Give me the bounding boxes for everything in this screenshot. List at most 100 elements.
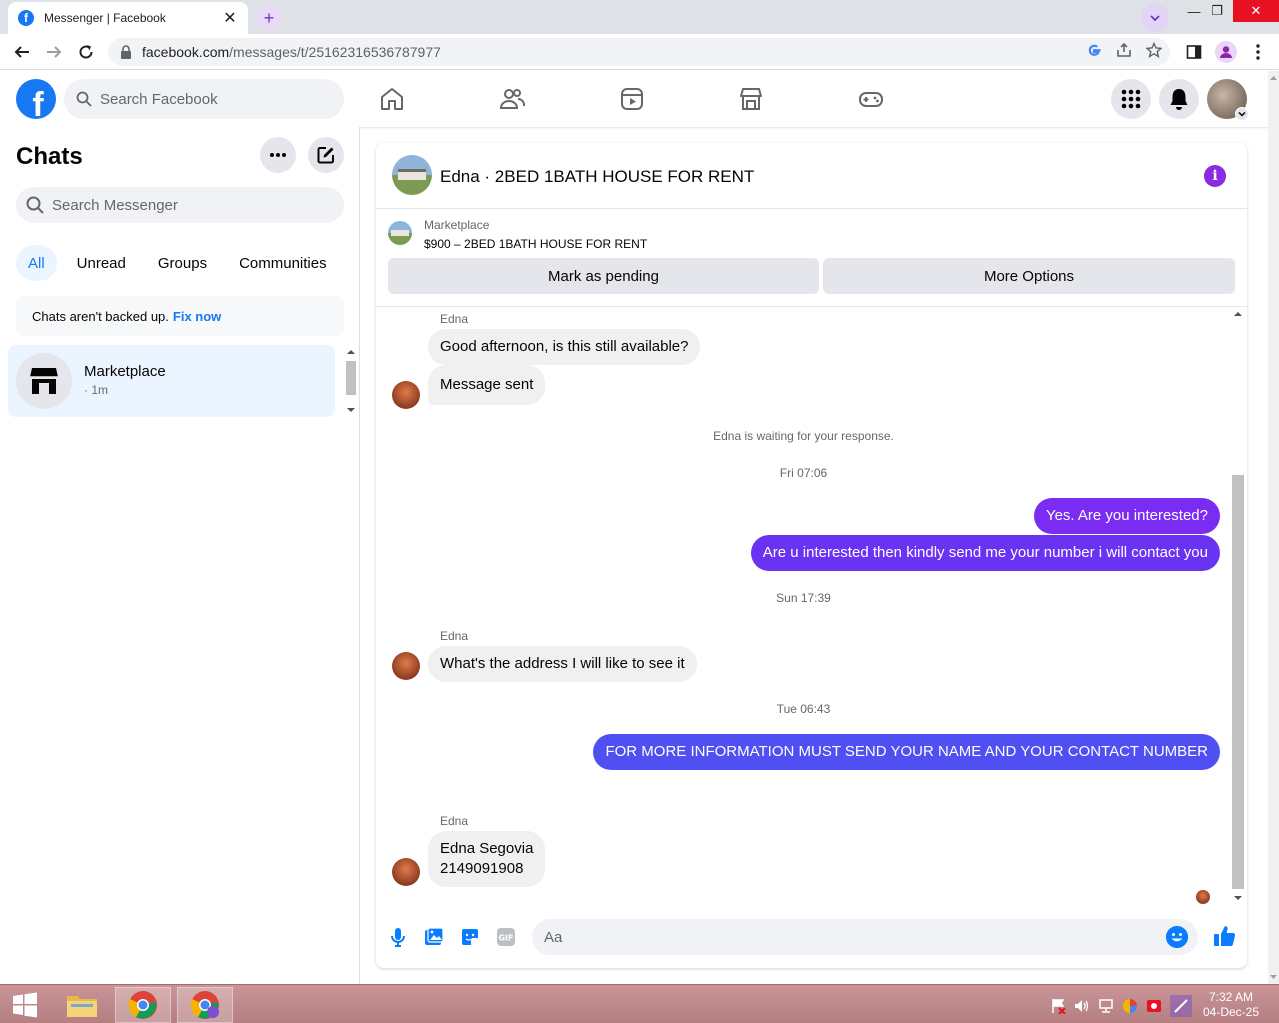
- menu-grid-button[interactable]: [1111, 79, 1151, 119]
- grid-menu-icon: [1121, 89, 1141, 109]
- profile-button[interactable]: [1214, 40, 1238, 64]
- message-input[interactable]: Aa: [532, 919, 1198, 955]
- sender-avatar[interactable]: [392, 381, 420, 409]
- new-message-button[interactable]: [308, 137, 344, 173]
- bookmark-star-icon[interactable]: [1146, 42, 1162, 58]
- google-icon[interactable]: [1086, 42, 1102, 58]
- share-icon[interactable]: [1116, 42, 1132, 58]
- new-tab-button[interactable]: +: [256, 5, 282, 31]
- scrollbar-thumb[interactable]: [1232, 475, 1244, 889]
- nav-marketplace[interactable]: [737, 85, 765, 113]
- conversation-info-icon[interactable]: i: [1204, 165, 1226, 187]
- nav-gaming[interactable]: [857, 85, 885, 113]
- filter-unread[interactable]: Unread: [65, 245, 138, 281]
- attach-photo-button[interactable]: [423, 926, 445, 948]
- scroll-up-arrow-icon: [1234, 312, 1242, 316]
- close-window-button[interactable]: ✕: [1233, 0, 1279, 22]
- nav-watch[interactable]: [618, 85, 646, 113]
- page-scrollbar[interactable]: [1268, 71, 1279, 984]
- browser-toolbar: facebook.com/messages/t/2516231653678797…: [0, 34, 1279, 70]
- tab-search-button[interactable]: [1141, 4, 1169, 32]
- chats-options-button[interactable]: [260, 137, 296, 173]
- conversation-header: Edna · 2BED 1BATH HOUSE FOR RENT i: [376, 143, 1247, 209]
- sticker-button[interactable]: [459, 926, 481, 948]
- home-icon: [381, 88, 403, 110]
- message-list-scrollbar[interactable]: [1229, 307, 1247, 905]
- restore-window-button[interactable]: ❐: [1200, 0, 1234, 22]
- forward-button[interactable]: [42, 40, 66, 64]
- message-outgoing[interactable]: FOR MORE INFORMATION MUST SEND YOUR NAME…: [593, 734, 1220, 770]
- message-outgoing[interactable]: Yes. Are you interested?: [1033, 498, 1220, 534]
- emoji-button[interactable]: [1166, 926, 1188, 948]
- chrome-taskbar-button[interactable]: [115, 987, 171, 1023]
- message-incoming[interactable]: What's the address I will like to see it: [428, 646, 697, 682]
- search-icon: [76, 91, 92, 107]
- side-panel-icon: [1186, 45, 1202, 59]
- listing-price[interactable]: $900 – 2BED 1BATH HOUSE FOR RENT: [424, 237, 647, 251]
- user-profile-icon: [1215, 41, 1237, 63]
- recording-tray-icon[interactable]: [1146, 998, 1162, 1014]
- notifications-button[interactable]: [1159, 79, 1199, 119]
- chat-list-item[interactable]: Marketplace · 1m: [8, 345, 335, 417]
- message-list: Edna Good afternoon, is this still avail…: [376, 307, 1231, 907]
- fix-now-link[interactable]: Fix now: [173, 309, 221, 324]
- action-center-flag-icon[interactable]: [1050, 998, 1066, 1014]
- volume-icon[interactable]: [1074, 998, 1090, 1014]
- voice-clip-button[interactable]: [387, 926, 409, 948]
- close-tab-icon[interactable]: ✕: [222, 8, 238, 28]
- more-options-button[interactable]: More Options: [823, 258, 1235, 294]
- house-photo-icon: [392, 155, 432, 195]
- account-avatar[interactable]: [1207, 79, 1249, 121]
- network-icon[interactable]: [1098, 998, 1114, 1014]
- filter-communities[interactable]: Communities: [227, 245, 339, 281]
- scrollbar-thumb[interactable]: [346, 361, 356, 395]
- sender-avatar[interactable]: [392, 652, 420, 680]
- nav-friends[interactable]: [498, 85, 526, 113]
- folder-icon: [67, 996, 97, 1017]
- message-incoming[interactable]: Message sent: [428, 365, 546, 405]
- message-incoming[interactable]: Edna Segovia 2149091908: [428, 831, 546, 887]
- windows-logo-icon: [13, 992, 37, 1018]
- url-host: facebook.com: [142, 44, 230, 60]
- reload-button[interactable]: [74, 40, 98, 64]
- color-app-tray-icon[interactable]: [1122, 998, 1138, 1014]
- browser-tab[interactable]: f Messenger | Facebook ✕: [8, 2, 248, 34]
- address-bar[interactable]: facebook.com/messages/t/2516231653678797…: [108, 38, 1170, 66]
- listing-thumbnail[interactable]: [388, 221, 412, 245]
- scroll-up-arrow-icon: [347, 350, 355, 354]
- nav-home[interactable]: [378, 85, 406, 113]
- pen-tray-icon[interactable]: [1170, 995, 1192, 1017]
- conversation-title[interactable]: Edna · 2BED 1BATH HOUSE FOR RENT: [440, 167, 754, 187]
- filter-all[interactable]: All: [16, 245, 57, 281]
- messenger-search-input[interactable]: Search Messenger: [16, 187, 344, 223]
- gif-button[interactable]: GIF: [495, 926, 517, 948]
- start-button[interactable]: [0, 987, 50, 1023]
- filter-groups[interactable]: Groups: [146, 245, 219, 281]
- backup-text: Chats aren't backed up.: [32, 308, 169, 324]
- scroll-down-arrow-icon: [347, 408, 355, 412]
- mark-as-pending-button[interactable]: Mark as pending: [388, 258, 819, 294]
- browser-menu-button[interactable]: [1246, 40, 1270, 64]
- search-placeholder: Search Facebook: [100, 90, 218, 108]
- file-explorer-button[interactable]: [54, 987, 110, 1023]
- taskbar-clock[interactable]: 7:32 AM 04-Dec-25: [1196, 990, 1266, 1020]
- timestamp: Sun 17:39: [776, 591, 831, 605]
- side-panel-button[interactable]: [1182, 40, 1206, 64]
- tab-title: Messenger | Facebook: [44, 11, 166, 25]
- sender-avatar[interactable]: [392, 858, 420, 886]
- back-button[interactable]: [10, 40, 34, 64]
- smiley-icon: [1166, 926, 1188, 948]
- facebook-logo-icon[interactable]: f: [16, 79, 56, 119]
- facebook-search-input[interactable]: Search Facebook: [64, 79, 344, 119]
- browser-tab-bar: f Messenger | Facebook ✕ + — ❐ ✕: [0, 0, 1279, 34]
- chrome-profile-taskbar-button[interactable]: [177, 987, 233, 1023]
- chat-list-scrollbar[interactable]: [344, 345, 358, 417]
- message-incoming[interactable]: Good afternoon, is this still available?: [428, 329, 701, 365]
- chevron-down-icon: [1150, 15, 1160, 22]
- scroll-up-arrow-icon: [1270, 76, 1277, 80]
- message-outgoing[interactable]: Are u interested then kindly send me you…: [750, 535, 1220, 571]
- kebab-menu-icon: [1256, 44, 1260, 60]
- windows-taskbar: 7:32 AM 04-Dec-25: [0, 984, 1279, 1023]
- like-button[interactable]: [1213, 924, 1237, 948]
- listing-avatar[interactable]: [392, 155, 432, 195]
